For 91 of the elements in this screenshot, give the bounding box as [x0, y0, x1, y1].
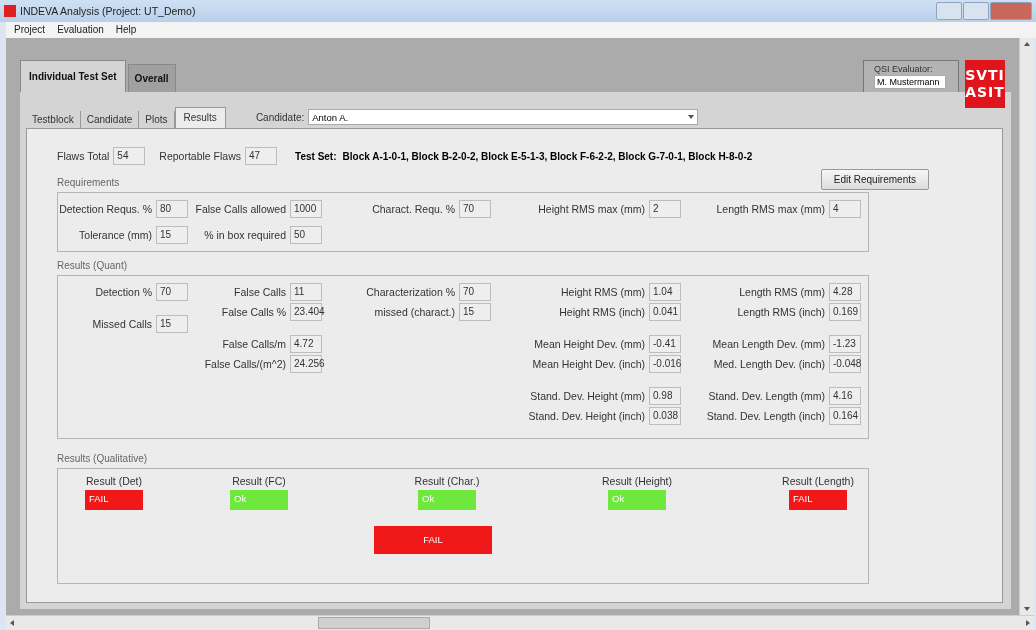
- field-label: missed (charact.): [374, 306, 455, 318]
- value-field: 80: [156, 200, 188, 218]
- field-label: Length RMS (mm): [739, 286, 825, 298]
- field-label: Length RMS (inch): [737, 306, 825, 318]
- field-label: False Calls allowed: [195, 203, 286, 215]
- value-field: 4.28: [829, 283, 861, 301]
- logo: SVTI ASIT: [965, 60, 1005, 108]
- edit-requirements-button[interactable]: Edit Requirements: [820, 169, 929, 190]
- maximize-button[interactable]: [963, 2, 989, 20]
- section-title: Results (Qualitative): [57, 453, 149, 464]
- test-set-value: Block A-1-0-1, Block B-2-0-2, Block E-5-1-3, Block F-6-2-2, Block G-7-0-1, Block H-8-0-2: [342, 150, 753, 162]
- value-field: 4.72: [290, 335, 322, 353]
- value-field: 54: [113, 147, 146, 165]
- value-field: 0.041: [649, 303, 681, 321]
- value-field: 11: [290, 283, 322, 301]
- test-set-label: Test Set:: [295, 150, 337, 162]
- value-field: 15: [459, 303, 491, 321]
- result-label: Result (Char.): [414, 475, 480, 487]
- evaluator-label: QSI Evaluator:: [874, 64, 934, 74]
- window-title: INDEVA Analysis (Project: UT_Demo): [20, 5, 196, 17]
- value-field: -1.23: [829, 335, 861, 353]
- field-label: Tolerance (mm): [79, 229, 152, 241]
- section-title: Requirements: [57, 177, 120, 188]
- field-label: Characterization %: [366, 286, 455, 298]
- result-indicator: FAIL: [374, 526, 492, 554]
- field-label: False Calls: [234, 286, 286, 298]
- field-label: Stand. Dev. Height (mm): [530, 390, 645, 402]
- field-label: False Calls/m: [222, 338, 286, 350]
- field-label: False Calls/(m^2): [204, 358, 286, 370]
- value-field: 24.256: [290, 355, 322, 373]
- result-label: Result (Det): [86, 475, 142, 487]
- field-label: Mean Height Dev. (mm): [534, 338, 645, 350]
- minimize-button[interactable]: [936, 2, 962, 20]
- menu-item[interactable]: Project: [14, 23, 46, 35]
- field-label: Length RMS max (mm): [716, 203, 825, 215]
- result-label: Result (Length): [782, 475, 854, 487]
- field-label: Missed Calls: [92, 318, 152, 330]
- value-field: -0.41: [649, 335, 681, 353]
- result-label: Result (Height): [602, 475, 672, 487]
- field-label: Height RMS (mm): [561, 286, 645, 298]
- close-button[interactable]: [990, 2, 1032, 20]
- value-field: 50: [290, 226, 322, 244]
- field-label: Height RMS (inch): [559, 306, 645, 318]
- field-label: Detection %: [95, 286, 152, 298]
- value-field: 15: [156, 226, 188, 244]
- result-indicator: FAIL: [85, 490, 143, 510]
- value-field: 2: [649, 200, 681, 218]
- field-label: Mean Height Dev. (inch): [532, 358, 645, 370]
- value-field: 0.164: [829, 407, 861, 425]
- value-field: 0.98: [649, 387, 681, 405]
- field-label: Height RMS max (mm): [538, 203, 645, 215]
- value-field: 0.038: [649, 407, 681, 425]
- tab[interactable]: Results: [174, 107, 226, 128]
- menu-item[interactable]: Help: [115, 23, 137, 35]
- value-field: 1.04: [649, 283, 681, 301]
- menu-item[interactable]: Evaluation: [57, 23, 104, 35]
- field-label: False Calls %: [221, 306, 286, 318]
- field-label: % in box required: [204, 229, 286, 241]
- tab[interactable]: Overall: [127, 64, 176, 92]
- value-field: 70: [459, 283, 491, 301]
- value-field: -0.016: [649, 355, 681, 373]
- value-field: 1000: [290, 200, 322, 218]
- field-label: Charact. Requ. %: [372, 203, 455, 215]
- field-label: Stand. Dev. Length (mm): [708, 390, 825, 402]
- field-label: Stand. Dev. Height (inch): [528, 410, 645, 422]
- result-label: Result (FC): [232, 475, 286, 487]
- value-field: 4: [829, 200, 861, 218]
- result-indicator: Ok: [608, 490, 666, 510]
- value-field: 4.16: [829, 387, 861, 405]
- field-label: Reportable Flaws: [159, 150, 242, 162]
- value-field: -0.048: [829, 355, 861, 373]
- result-indicator: Ok: [230, 490, 288, 510]
- field-label: Med. Length Dev. (inch): [713, 358, 825, 370]
- field-label: Flaws Total: [57, 150, 110, 162]
- value-field: 47: [245, 147, 278, 165]
- value-field: 0.169: [829, 303, 861, 321]
- result-indicator: FAIL: [789, 490, 847, 510]
- dropdown-arrow-icon: [688, 115, 695, 119]
- value-field: 70: [459, 200, 491, 218]
- section-title: Results (Quant): [57, 260, 129, 271]
- evaluator-field[interactable]: M. Mustermann: [874, 75, 946, 89]
- tab[interactable]: Individual Test Set: [20, 60, 126, 92]
- field-label: Stand. Dev. Length (inch): [706, 410, 825, 422]
- value-field: 70: [156, 283, 188, 301]
- candidate-dropdown[interactable]: Anton A.: [308, 109, 699, 125]
- candidate-label: Candidate:: [255, 111, 305, 123]
- app-icon: [4, 5, 16, 17]
- field-label: Mean Length Dev. (mm): [712, 338, 825, 350]
- field-label: Detection Requs. %: [59, 203, 152, 215]
- value-field: 15: [156, 315, 188, 333]
- result-indicator: Ok: [418, 490, 476, 510]
